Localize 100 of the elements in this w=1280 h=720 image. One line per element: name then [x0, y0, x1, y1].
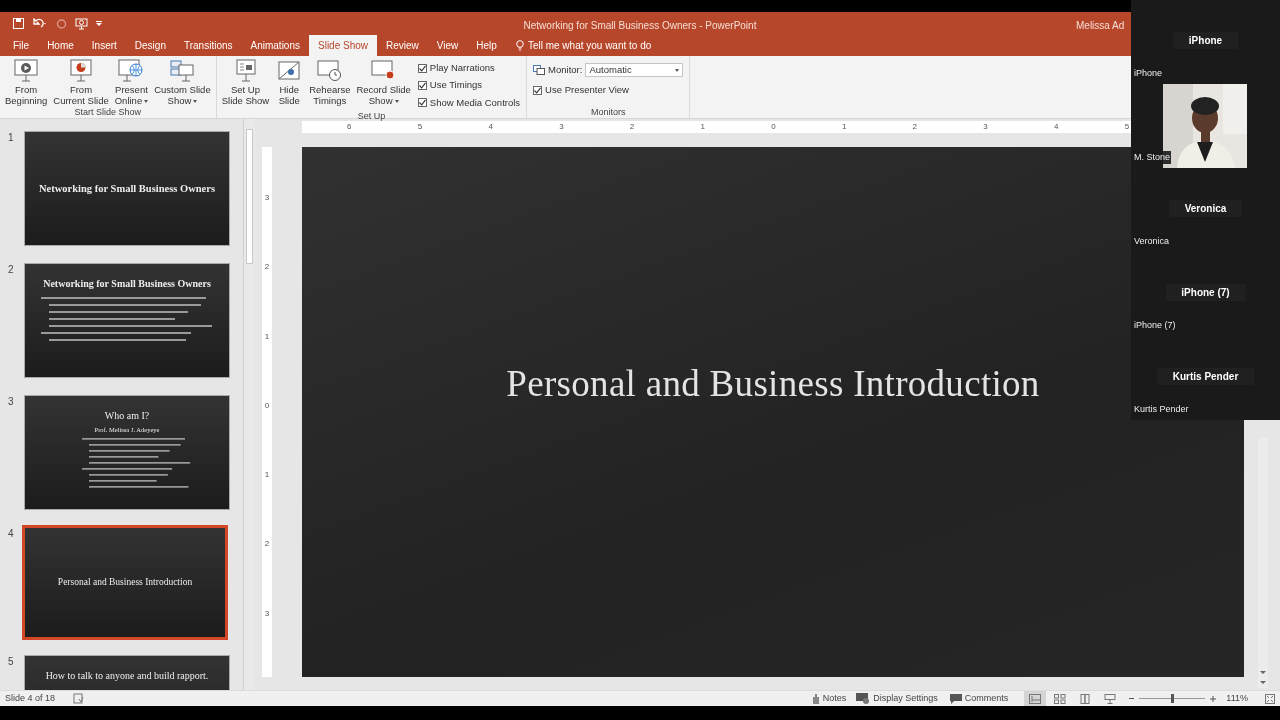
tell-me-search[interactable]: Tell me what you want to do [527, 38, 652, 53]
monitor-label: Monitor: [548, 63, 583, 77]
plus-icon[interactable] [1210, 695, 1217, 702]
timer-screen-icon [315, 59, 344, 82]
zoom-level[interactable]: 111% [1226, 691, 1248, 706]
checkmark-icon [418, 81, 426, 89]
minus-icon[interactable] [1129, 696, 1135, 701]
scrollbar[interactable] [243, 119, 255, 690]
checkbox[interactable]: Use Timings [417, 78, 521, 93]
checkmark-icon [418, 99, 426, 107]
ribbon-button[interactable]: Hide Slide [272, 59, 307, 106]
globe-screen-icon [117, 59, 146, 82]
fit-slide-icon[interactable] [1265, 693, 1275, 704]
slide-counter: Slide 4 of 18 [4, 691, 56, 705]
group-label: Monitors [590, 106, 627, 118]
ruler-number: 3 [263, 607, 271, 620]
ribbon-tab[interactable]: Review [377, 35, 428, 56]
slide-title: Networking for Small Business Owners [39, 181, 215, 196]
redo-icon[interactable] [56, 18, 67, 29]
ribbon-tab[interactable]: Insert [82, 35, 126, 56]
ribbon-tab[interactable]: View [427, 35, 468, 56]
slide-number: 3 [7, 395, 15, 409]
display-icon [856, 693, 871, 704]
participant-title: iPhone (7) [1165, 284, 1246, 301]
slide-thumbnail[interactable]: How to talk to anyone and build rapport. [24, 655, 230, 690]
ruler-number: 2 [263, 261, 271, 274]
ribbon-button[interactable]: From Beginning [2, 59, 51, 106]
ruler-number: 3 [982, 121, 989, 133]
ruler-number: 4 [1053, 121, 1060, 133]
slide-number: 5 [7, 655, 15, 669]
ribbon-tab[interactable]: File [4, 35, 39, 56]
ruler-number: 2 [911, 121, 919, 133]
ruler-number: 6 [346, 121, 353, 133]
normal-view-icon [1029, 693, 1042, 704]
checkbox[interactable]: Play Narrations [417, 61, 521, 76]
ribbon-button[interactable]: Set Up Slide Show [218, 59, 273, 106]
ruler-number: 2 [263, 538, 271, 551]
slide-thumbnail[interactable]: Networking for Small Business Owners [24, 263, 230, 378]
spellcheck-icon[interactable] [73, 693, 85, 704]
caret-icon[interactable] [96, 20, 102, 27]
ribbon-button[interactable]: Rehearse Timings [306, 59, 354, 106]
notes-button[interactable]: Notes [811, 691, 847, 706]
display-settings-button[interactable]: Display Settings [856, 691, 938, 706]
checkbox[interactable]: Show Media Controls [417, 95, 521, 110]
ribbon-tab[interactable]: Design [125, 35, 175, 56]
notes-icon [811, 693, 820, 704]
ruler-number: 5 [416, 121, 424, 133]
checkmark-icon [534, 86, 542, 94]
slide-number: 4 [7, 527, 15, 541]
ribbon-button[interactable]: Record Slide Show [353, 59, 414, 106]
slide-title: Personal and Business Introduction [506, 362, 1040, 407]
slide-title: Who am I? [104, 409, 150, 423]
slide-title: How to talk to anyone and build rapport. [45, 669, 209, 683]
save-icon[interactable] [13, 18, 24, 29]
ribbon-tab[interactable]: Help [467, 35, 506, 56]
participant-title: Kurtis Pender [1156, 368, 1255, 385]
ribbon-button[interactable]: Present Online [111, 59, 152, 106]
ruler-number: 1 [699, 121, 706, 133]
participant-name: iPhone (7) [1133, 318, 1177, 332]
ruler-number: 5 [1123, 121, 1131, 133]
checkmark-icon [418, 64, 426, 72]
window-title: Networking for Small Business Owners - PowerPoint [523, 19, 757, 33]
chart-screen-icon [67, 59, 95, 82]
view-button[interactable] [1024, 691, 1047, 706]
slide-title: Networking for Small Business Owners [43, 277, 211, 291]
slide-thumbnail[interactable]: Personal and Business Introduction [22, 525, 228, 640]
ribbon-tab[interactable]: Animations [241, 35, 309, 56]
comments-button[interactable]: Comments [949, 691, 1009, 706]
ruler-number: 1 [840, 121, 848, 133]
participant-title: Veronica [1168, 200, 1243, 217]
play-screen-icon [12, 59, 41, 82]
ribbon-tab[interactable]: Slide Show [309, 35, 377, 56]
ribbon-button[interactable]: Custom Slide Show [151, 59, 214, 106]
grid-view-icon [1054, 693, 1067, 704]
slide-number: 2 [7, 263, 15, 277]
scrollbar[interactable] [1258, 438, 1268, 688]
ruler-number: 4 [487, 121, 494, 133]
ruler-number: 3 [558, 121, 565, 133]
ruler-number: 3 [263, 192, 271, 204]
slide-number: 1 [7, 131, 15, 145]
ribbon-tab[interactable]: Transitions [174, 35, 242, 56]
ruler-number: 1 [263, 469, 271, 482]
group-label: Set Up [356, 109, 387, 122]
monitor-dropdown[interactable]: Automatic [585, 63, 684, 78]
participant-title: iPhone [1172, 32, 1239, 49]
group-label: Start Slide Show [73, 106, 143, 118]
ribbon-tab[interactable]: Home [38, 35, 83, 56]
undo-icon[interactable] [32, 18, 48, 29]
lightbulb-icon[interactable] [515, 40, 524, 51]
comment-icon [949, 693, 962, 704]
monitors-icon [533, 64, 546, 76]
ruler-number: 0 [263, 399, 271, 412]
slide-thumbnail[interactable]: Networking for Small Business Owners [24, 131, 230, 246]
presentation-icon[interactable] [75, 17, 88, 30]
checkbox[interactable]: Use Presenter View [533, 83, 684, 98]
ruler-number: 0 [770, 121, 777, 133]
ribbon-button[interactable]: From Current Slide [50, 59, 112, 106]
stacked-screens-icon [168, 59, 197, 82]
participant-name: M. Stone [1133, 150, 1172, 164]
presenter-icon [1104, 693, 1117, 704]
